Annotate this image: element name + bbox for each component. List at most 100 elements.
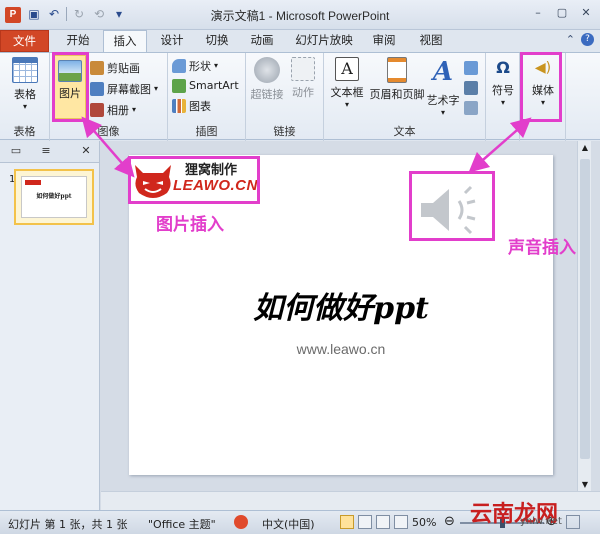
dropdown-arrow-icon: ▾	[132, 105, 137, 114]
shapes-icon	[172, 58, 186, 73]
smartart-icon	[172, 78, 186, 93]
maximize-icon[interactable]: ▢	[554, 5, 570, 21]
zoom-out-icon[interactable]: ⊖	[444, 514, 455, 529]
dropdown-arrow-icon: ▾	[440, 108, 445, 117]
symbols-button[interactable]: Ω 符号 ▾	[488, 57, 518, 107]
dropdown-arrow-icon: ▾	[154, 84, 159, 93]
shapes-label: 形状	[189, 59, 211, 73]
ribbon-help-controls: ⌃ ?	[566, 33, 594, 46]
group-table: 表格 ▾ 表格	[0, 53, 50, 141]
clipart-button[interactable]: 剪贴画	[90, 59, 140, 76]
slides-pane: ▭ ≡ ✕ 1 如何做好ppt	[0, 141, 100, 510]
date-time-icon	[464, 60, 478, 75]
slide-number-icon	[464, 80, 478, 95]
tab-review[interactable]: 审阅	[364, 30, 404, 52]
clipart-icon	[90, 60, 104, 75]
language-status[interactable]: 中文(中国)	[262, 516, 315, 532]
header-footer-button[interactable]: 页眉和页脚	[368, 57, 426, 102]
thumbnail-logo	[25, 180, 41, 185]
slide-url[interactable]: www.leawo.cn	[129, 341, 553, 357]
slide-thumbnail-preview: 如何做好ppt	[21, 176, 87, 218]
chart-button[interactable]: 图表	[172, 97, 211, 114]
table-button[interactable]: 表格 ▾	[6, 57, 44, 111]
group-label-links: 链接	[273, 125, 296, 138]
omega-icon: Ω	[496, 58, 510, 77]
smartart-label: SmartArt	[189, 79, 239, 92]
close-icon[interactable]: ✕	[578, 5, 594, 21]
ribbon-insert: 表格 ▾ 表格 图片 剪贴画 屏幕截图 ▾ 相册 ▾ 图像 形状 ▾ Smart…	[0, 52, 600, 141]
dropdown-arrow-icon: ▾	[344, 100, 349, 109]
vertical-scrollbar[interactable]: ▲ ▼	[577, 141, 591, 491]
reading-view-icon[interactable]	[376, 515, 390, 529]
title-bar: P ▣ ↶ ↻ ⟲ ▾ 演示文稿1 - Microsoft PowerPoint…	[0, 0, 600, 30]
group-label-text: 文本	[393, 125, 416, 138]
slide-thumbnail[interactable]: 如何做好ppt	[14, 169, 94, 225]
group-label-illustrations: 插图	[195, 125, 218, 138]
group-illustrations: 形状 ▾ SmartArt 图表 插图	[168, 53, 246, 141]
date-time-button[interactable]	[464, 59, 478, 76]
sound-insert-callout: 声音插入	[508, 238, 576, 258]
normal-view-icon[interactable]	[340, 515, 354, 529]
action-icon	[291, 57, 315, 81]
tab-view[interactable]: 视图	[411, 30, 451, 52]
tab-transitions[interactable]: 切换	[197, 30, 237, 52]
tab-design[interactable]: 设计	[152, 30, 192, 52]
theme-status[interactable]: "Office 主题"	[148, 516, 216, 532]
close-pane-icon[interactable]: ✕	[76, 144, 96, 160]
help-icon[interactable]: ?	[581, 33, 594, 46]
window-title: 演示文稿1 - Microsoft PowerPoint	[210, 9, 390, 23]
slide-number-button[interactable]	[464, 79, 478, 96]
slide-count-status: 幻灯片 第 1 张，共 1 张	[8, 518, 128, 531]
collapse-ribbon-icon[interactable]: ⌃	[566, 33, 575, 46]
picture-insert-callout: 图片插入	[156, 215, 224, 235]
slide-title[interactable]: 如何做好ppt	[129, 283, 553, 327]
highlight-media-button	[520, 52, 562, 122]
hyperlink-button[interactable]: 超链接	[248, 57, 286, 102]
group-text: A 文本框 ▾ 页眉和页脚 A 艺术字 ▾ 文本	[324, 53, 486, 141]
textbox-button[interactable]: A 文本框 ▾	[328, 57, 366, 109]
action-button[interactable]: 动作	[286, 57, 320, 100]
highlight-logo-picture	[128, 156, 260, 204]
tab-animations[interactable]: 动画	[242, 30, 282, 52]
smartart-button[interactable]: SmartArt	[172, 77, 239, 94]
group-symbols: Ω 符号 ▾	[486, 53, 520, 141]
highlight-picture-button	[52, 52, 89, 122]
chart-icon	[172, 98, 186, 113]
tab-slideshow[interactable]: 幻灯片放映	[291, 30, 357, 52]
header-footer-label: 页眉和页脚	[369, 88, 425, 101]
dropdown-arrow-icon: ▾	[22, 102, 27, 111]
slides-tab-icon[interactable]: ▭	[6, 144, 26, 160]
minimize-icon[interactable]: –	[530, 5, 546, 21]
wordart-button[interactable]: A 艺术字 ▾	[424, 57, 462, 117]
object-button[interactable]	[464, 99, 478, 116]
tab-insert[interactable]: 插入	[103, 30, 147, 53]
slide-sorter-view-icon[interactable]	[358, 515, 372, 529]
slideshow-view-icon[interactable]	[394, 515, 408, 529]
group-label-images: 图像	[97, 125, 120, 138]
scroll-up-icon[interactable]: ▲	[580, 143, 590, 152]
album-label: 相册	[107, 103, 129, 117]
site-watermark: 云南龙网 ynlw.net	[464, 488, 600, 534]
window-controls: – ▢ ✕	[530, 5, 594, 21]
table-label: 表格	[14, 88, 36, 101]
shapes-button[interactable]: 形状 ▾	[172, 57, 218, 74]
tab-file[interactable]: 文件	[0, 30, 49, 52]
screenshot-icon	[90, 81, 104, 96]
screenshot-button[interactable]: 屏幕截图 ▾	[90, 80, 158, 97]
dropdown-arrow-icon: ▾	[500, 98, 505, 107]
symbols-label: 符号	[492, 84, 514, 97]
textbox-icon: A	[335, 57, 359, 81]
tab-home[interactable]: 开始	[58, 30, 98, 52]
screenshot-label: 屏幕截图	[107, 82, 151, 96]
ribbon-tabs: 文件 开始 插入 设计 切换 动画 幻灯片放映 审阅 视图 ⌃ ?	[0, 30, 600, 53]
header-footer-icon	[387, 57, 407, 83]
spell-check-icon[interactable]	[234, 515, 248, 529]
dropdown-arrow-icon: ▾	[214, 61, 219, 70]
workspace: ▭ ≡ ✕ 1 如何做好ppt 狸窝制作 LEAWO.CN 如何做好ppt ww…	[0, 141, 600, 510]
outline-tab-icon[interactable]: ≡	[36, 144, 56, 160]
zoom-level[interactable]: 50%	[412, 516, 436, 529]
chart-label: 图表	[189, 99, 211, 113]
scroll-thumb[interactable]	[580, 159, 590, 459]
table-icon	[12, 57, 38, 83]
album-button[interactable]: 相册 ▾	[90, 101, 136, 118]
